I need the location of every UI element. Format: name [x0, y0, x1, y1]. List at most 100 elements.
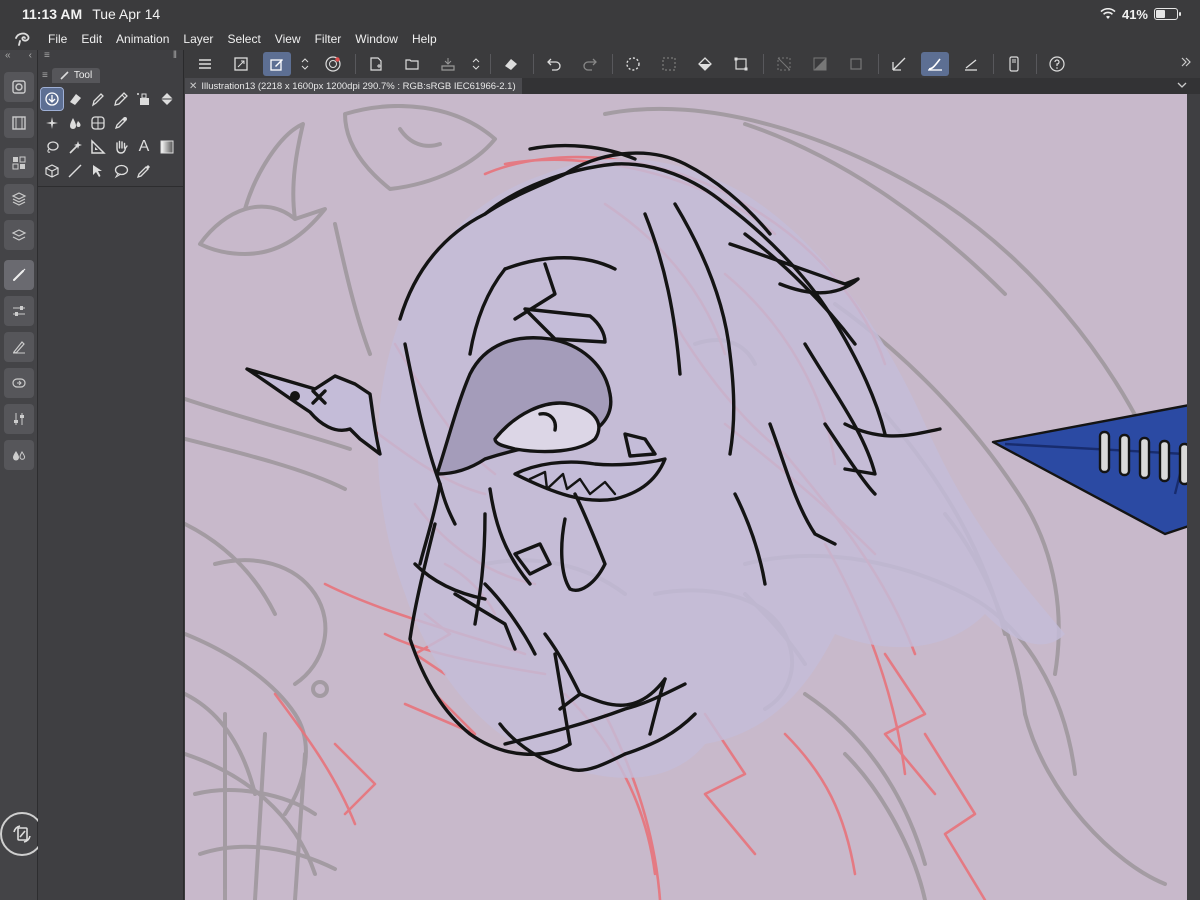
3d-object-tool[interactable]: [41, 160, 63, 182]
menu-view[interactable]: View: [275, 32, 301, 46]
blend-tool[interactable]: [64, 112, 86, 134]
save-button[interactable]: [434, 52, 462, 76]
rail-collapse[interactable]: «‹: [0, 50, 37, 66]
layer-palette-button[interactable]: [3, 220, 34, 250]
layer-property-button[interactable]: [3, 184, 34, 214]
layers-stack-icon: [11, 191, 27, 207]
navigator-palette-button[interactable]: [3, 72, 34, 102]
balloon-icon: [113, 163, 129, 179]
app-logo-icon[interactable]: [12, 30, 34, 48]
sub-tool-detail-button[interactable]: [3, 368, 34, 398]
eraser-tool[interactable]: [64, 88, 86, 110]
companion-mode-button[interactable]: [319, 52, 347, 76]
new-file-button[interactable]: [362, 52, 390, 76]
menu-window[interactable]: Window: [355, 32, 398, 46]
ruler-icon: [90, 139, 106, 155]
timeline-palette-button[interactable]: [3, 108, 34, 138]
double-chevron-left-icon[interactable]: «: [5, 50, 11, 66]
palette-grip-icon[interactable]: ‖: [173, 50, 177, 66]
color-set-button[interactable]: [3, 440, 34, 470]
brush-icon: [11, 267, 27, 283]
menu-select[interactable]: Select: [227, 32, 260, 46]
menu-filter[interactable]: Filter: [315, 32, 342, 46]
edit-mode-button[interactable]: [263, 52, 291, 76]
brush-size-button[interactable]: [3, 332, 34, 362]
fill-command-button[interactable]: [691, 52, 719, 76]
simple-mode-button[interactable]: [227, 52, 255, 76]
command-scroll-button[interactable]: [299, 52, 311, 76]
palette-tab-row: ≡ Tool: [38, 66, 183, 84]
magic-wand-tool[interactable]: [64, 136, 86, 158]
special-ruler-snap-button[interactable]: [921, 52, 949, 76]
menu-edit[interactable]: Edit: [81, 32, 102, 46]
drawing-canvas[interactable]: [185, 94, 1187, 900]
transform-button[interactable]: [727, 52, 755, 76]
tool-palette: ≡ ‖ ≡ Tool A: [38, 50, 184, 900]
mesh-tool[interactable]: [87, 112, 109, 134]
menu-animation[interactable]: Animation: [116, 32, 169, 46]
clear-button[interactable]: [497, 52, 525, 76]
smartphone-button[interactable]: [1000, 52, 1028, 76]
lasso-tool[interactable]: [41, 136, 63, 158]
sub-view-tool[interactable]: [40, 87, 64, 111]
tool-property-button[interactable]: [3, 296, 34, 326]
sparkle-icon: [44, 115, 60, 131]
material-palette-button[interactable]: [3, 148, 34, 178]
close-icon[interactable]: ✕: [189, 81, 197, 92]
tab-menu-icon[interactable]: ≡: [42, 70, 48, 81]
canvas-tab-title: Illustration13 (2218 x 1600px 1200dpi 29…: [201, 80, 516, 92]
phone-icon: [1006, 56, 1022, 72]
menu-lines-icon[interactable]: ≡: [44, 50, 50, 66]
pen-tool[interactable]: [87, 88, 109, 110]
tool-palette-button[interactable]: [3, 260, 34, 290]
menu-file[interactable]: File: [48, 32, 67, 46]
eyedropper-tool[interactable]: [110, 112, 132, 134]
color-slider-button[interactable]: [3, 404, 34, 434]
text-tool[interactable]: A: [133, 136, 155, 158]
selection-border-button[interactable]: [842, 52, 870, 76]
balloon-tool[interactable]: [110, 160, 132, 182]
hand-tool[interactable]: [110, 136, 132, 158]
fill-tool[interactable]: [156, 88, 178, 110]
deselect-icon: [776, 56, 792, 72]
chevron-left-icon[interactable]: ‹: [29, 50, 32, 66]
menu-help[interactable]: Help: [412, 32, 437, 46]
open-button[interactable]: [398, 52, 426, 76]
spinner-icon: [625, 56, 641, 72]
undo-button[interactable]: [540, 52, 568, 76]
help-button[interactable]: [1043, 52, 1071, 76]
grid-snap-button[interactable]: [957, 52, 985, 76]
save-scroll-button[interactable]: [470, 52, 482, 76]
decoration-tool[interactable]: [41, 112, 63, 134]
redo-button[interactable]: [576, 52, 604, 76]
separator: [878, 54, 879, 74]
gradient-tool[interactable]: [156, 136, 178, 158]
command-menu-button[interactable]: [191, 52, 219, 76]
redo-icon: [582, 56, 598, 72]
invert-selection-button[interactable]: [806, 52, 834, 76]
chevron-down-icon[interactable]: [1176, 79, 1188, 91]
film-icon: [11, 115, 27, 131]
loading-button[interactable]: [619, 52, 647, 76]
pencil-tool[interactable]: [110, 88, 132, 110]
tab-tool[interactable]: Tool: [51, 67, 101, 83]
canvas-scrollbar[interactable]: [1187, 94, 1200, 900]
ruler-snap-button[interactable]: [885, 52, 913, 76]
command-bar-expand[interactable]: [1180, 56, 1192, 68]
menu-layer[interactable]: Layer: [183, 32, 213, 46]
airbrush-tool[interactable]: [133, 88, 155, 110]
line-tool[interactable]: [64, 160, 86, 182]
battery-fill: [1156, 10, 1166, 18]
folder-icon: [404, 56, 420, 72]
drops-icon: [11, 447, 27, 463]
adjust-icon: [11, 411, 27, 427]
color-picker-tool[interactable]: [133, 160, 155, 182]
canvas-tab[interactable]: ✕ Illustration13 (2218 x 1600px 1200dpi …: [185, 78, 522, 94]
empty-slot-2: [156, 112, 178, 134]
object-select-tool[interactable]: [87, 160, 109, 182]
ruler-tool[interactable]: [87, 136, 109, 158]
select-all-button[interactable]: [655, 52, 683, 76]
separator: [490, 54, 491, 74]
save-icon: [440, 56, 456, 72]
deselect-button[interactable]: [770, 52, 798, 76]
